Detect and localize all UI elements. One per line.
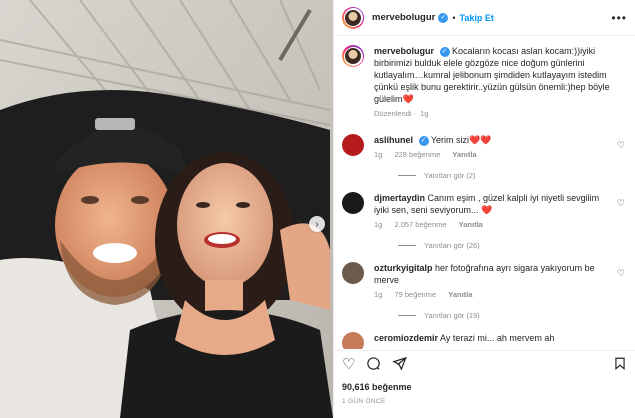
view-replies-label: Yanıtları gör (26) (424, 241, 480, 250)
post-actions-bar: ♡ (334, 350, 635, 378)
follow-button[interactable]: Takip Et (460, 13, 494, 23)
comment-likes[interactable]: 2.057 beğenme (394, 220, 446, 229)
comment-time: 1g (374, 290, 383, 299)
reply-button[interactable]: Yanıtla (459, 220, 483, 229)
comment-likes[interactable]: 79 beğenme (394, 290, 436, 299)
comment-time: 1g (374, 150, 383, 159)
comment-text: Ay terazi mi... ah mervem ah (440, 333, 555, 343)
comment-meta: 1g 79 beğenme Yanıtla (374, 289, 614, 301)
red-heart-emoji: ❤️ (402, 94, 414, 104)
view-replies-label: Yanıtları gör (19) (424, 311, 480, 320)
commenter-username[interactable]: ozturkyigitalp (374, 263, 433, 273)
post-side-panel: mervebolugur ✓ • Takip Et ••• mervebolug… (333, 0, 635, 418)
separator-dot: • (452, 12, 456, 23)
bookmark-icon[interactable] (613, 356, 627, 374)
next-photo-button[interactable]: › (309, 216, 325, 232)
more-options-icon[interactable]: ••• (611, 11, 627, 25)
heart-icon[interactable]: ♡ (342, 357, 355, 372)
commenter-avatar[interactable] (342, 192, 364, 214)
view-replies-button[interactable]: Yanıtları gör (19) (398, 311, 627, 320)
verified-badge-icon: ✓ (439, 46, 450, 57)
comment-item: aslihunel ✓ Yerim sizi❤️❤️ 1g 228 beğenm… (342, 134, 627, 161)
post-caption: mervebolugur ✓ Kocaların kocası aslan ko… (342, 37, 627, 120)
commenter-username[interactable]: djmertaydin (374, 193, 425, 203)
commenter-username[interactable]: aslihunel (374, 135, 413, 145)
chevron-right-icon: › (315, 218, 319, 230)
comment-likes[interactable]: 228 beğenme (394, 150, 440, 159)
caption-meta: Düzenlendi · 1g (374, 109, 429, 118)
post-header: mervebolugur ✓ • Takip Et ••• (334, 0, 635, 36)
like-comment-heart-icon[interactable]: ♡ (617, 268, 625, 279)
edited-label: Düzenlendi (374, 109, 412, 118)
comment-time: 1g (374, 220, 383, 229)
comment-item: ozturkyigitalp her fotoğrafına ayrı siga… (342, 262, 627, 301)
author-username[interactable]: mervebolugur (372, 12, 435, 23)
reply-button[interactable]: Yanıtla (448, 290, 472, 299)
caption-username[interactable]: mervebolugur (374, 46, 434, 56)
like-comment-heart-icon[interactable]: ♡ (617, 140, 625, 151)
commenter-avatar[interactable] (342, 262, 364, 284)
post-date: 1 GÜN ÖNCE (342, 398, 386, 405)
likes-count[interactable]: 90,616 beğenme (342, 382, 412, 392)
view-replies-label: Yanıtları gör (2) (424, 171, 476, 180)
post-photo[interactable]: › (0, 0, 333, 418)
share-icon[interactable] (392, 356, 408, 374)
comment-meta: 1g 2.057 beğenme Yanıtla (374, 219, 614, 231)
verified-badge-icon: ✓ (418, 135, 429, 146)
commenter-avatar[interactable] (342, 134, 364, 156)
view-replies-button[interactable]: Yanıtları gör (2) (398, 171, 627, 180)
comment-icon[interactable] (366, 356, 381, 374)
caption-author-avatar[interactable] (342, 45, 364, 67)
verified-badge-icon: ✓ (438, 12, 449, 23)
comment-text: Yerim sizi❤️❤️ (430, 135, 492, 145)
view-replies-button[interactable]: Yanıtları gör (26) (398, 241, 627, 250)
photo-illustration (0, 0, 333, 418)
comment-item: djmertaydin Canım eşim , güzel kalpli iy… (342, 192, 627, 231)
commenter-avatar[interactable] (342, 332, 364, 349)
comment-item: ceromiozdemir Ay terazi mi... ah mervem … (342, 332, 627, 349)
red-heart-emoji: ❤️ (481, 205, 493, 215)
author-avatar[interactable] (342, 6, 364, 29)
like-comment-heart-icon[interactable]: ♡ (617, 198, 625, 209)
reply-button[interactable]: Yanıtla (452, 150, 476, 159)
caption-time: 1g (420, 109, 429, 118)
comment-meta: 1g 228 beğenme Yanıtla (374, 149, 614, 161)
commenter-username[interactable]: ceromiozdemir (374, 333, 438, 343)
instagram-post-window: › mervebolugur ✓ • Takip Et ••• mervebol… (0, 0, 635, 418)
comments-scroll-area[interactable]: mervebolugur ✓ Kocaların kocası aslan ko… (334, 37, 635, 349)
